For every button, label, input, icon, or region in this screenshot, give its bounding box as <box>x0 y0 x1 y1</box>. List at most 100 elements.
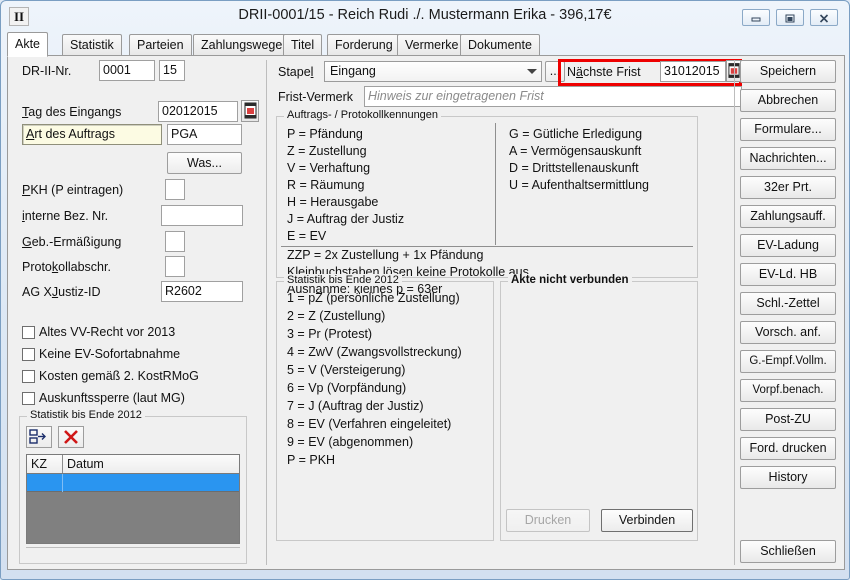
akte-nicht-verbunden-title: Akte nicht verbunden <box>508 274 632 286</box>
schliessen-button[interactable]: Schließen <box>740 540 836 563</box>
frist-vermerk-input[interactable]: Hinweis zur eingetragenen Frist <box>364 86 742 107</box>
auftrags-left-0: P = Pfändung <box>287 127 363 141</box>
frist-vermerk-placeholder: Hinweis zur eingetragenen Frist <box>368 89 544 103</box>
window-title: DRII-0001/15 - Reich Rudi ./. Mustermann… <box>1 7 849 23</box>
auftrags-left-3: R = Räumung <box>287 178 364 192</box>
tag-des-eingangs-input[interactable]: 02012015 <box>158 101 238 122</box>
interne-bez-label: interne Bez. Nr. <box>22 209 108 223</box>
statistik-legend-4: 5 = V (Versteigerung) <box>287 363 405 377</box>
zahlungsauff-button[interactable]: Zahlungsauff. <box>740 205 836 228</box>
delete-entry-icon[interactable] <box>58 426 84 448</box>
application-window: II DRII-0001/15 - Reich Rudi ./. Musterm… <box>0 0 850 580</box>
statistik-legend-2: 3 = Pr (Protest) <box>287 327 372 341</box>
statistik-group: Statistik bis Ende 2012 KZ Datum <box>19 416 247 564</box>
was-button[interactable]: Was... <box>167 152 242 174</box>
tag-des-eingangs-calendar-icon[interactable] <box>241 100 259 122</box>
auftrags-protokollkennungen-group: Auftrags- / Protokollkennungen P = Pfänd… <box>276 116 698 278</box>
auftrags-left-5: J = Auftrag der Justiz <box>287 212 404 226</box>
ag-xjustiz-label: AG XJustiz-ID <box>22 285 101 299</box>
table-row[interactable] <box>27 474 239 492</box>
ag-xjustiz-input[interactable]: R2602 <box>161 281 243 302</box>
tab-statistik[interactable]: Statistik <box>62 34 122 56</box>
maximize-button[interactable] <box>776 9 804 26</box>
auftrags-group-title: Auftrags- / Protokollkennungen <box>284 109 441 121</box>
32er-prt-button[interactable]: 32er Prt. <box>740 176 836 199</box>
tab-forderung[interactable]: Forderung <box>327 34 401 56</box>
verbinden-button[interactable]: Verbinden <box>601 509 693 532</box>
abbrechen-button[interactable]: Abbrechen <box>740 89 836 112</box>
auftrags-left-2: V = Verhaftung <box>287 161 370 175</box>
auftrags-right-0: G = Gütliche Erledigung <box>509 127 642 141</box>
statistik-legend-0: 1 = pZ (persönliche Zustellung) <box>287 291 460 305</box>
column-header-kz: KZ <box>27 455 63 473</box>
speichern-button[interactable]: Speichern <box>740 60 836 83</box>
auftrags-right-2: D = Drittstellenauskunft <box>509 161 639 175</box>
stapel-label: Stapel <box>278 65 313 79</box>
tab-zahlungswege[interactable]: Zahlungswege <box>193 34 290 56</box>
tab-parteien[interactable]: Parteien <box>129 34 192 56</box>
tab-akte[interactable]: Akte <box>7 32 48 57</box>
statistik-legend-1: 2 = Z (Zustellung) <box>287 309 385 323</box>
auftrags-footer-0: ZZP = 2x Zustellung + 1x Pfändung <box>287 248 483 262</box>
minimize-button[interactable] <box>742 9 770 26</box>
left-middle-divider <box>266 60 267 565</box>
vorpf-benach-button[interactable]: Vorpf.benach. <box>740 379 836 402</box>
frist-vermerk-label: Frist-Vermerk <box>278 90 353 104</box>
art-des-auftrags-input[interactable]: PGA <box>167 124 242 145</box>
nachrichten-button[interactable]: Nachrichten... <box>740 147 836 170</box>
close-button[interactable] <box>810 9 838 26</box>
tab-vermerke[interactable]: Vermerke <box>397 34 467 56</box>
vorsch-anf-button[interactable]: Vorsch. anf. <box>740 321 836 344</box>
checkbox-kosten-kostrmog[interactable] <box>22 370 35 383</box>
statistik-legend-8: 9 = EV (abgenommen) <box>287 435 413 449</box>
auftrags-left-4: H = Herausgabe <box>287 195 378 209</box>
checkbox-altes-vv-recht-label: Altes VV-Recht vor 2013 <box>39 325 175 339</box>
drii-number-input[interactable]: 0001 <box>99 60 155 81</box>
protokollabschr-input[interactable] <box>165 256 185 277</box>
protokollabschr-label: Protokollabschr. <box>22 260 111 274</box>
statistik-legend-5: 6 = Vp (Vorpfändung) <box>287 381 406 395</box>
new-entry-icon[interactable] <box>26 426 52 448</box>
g-empf-vollm-button[interactable]: G.-Empf.Vollm. <box>740 350 836 373</box>
geb-ermaessigung-label: Geb.-Ermäßigung <box>22 235 121 249</box>
geb-ermaessigung-input[interactable] <box>165 231 185 252</box>
stapel-select[interactable]: Eingang <box>324 61 542 82</box>
drii-number-label: DR-II-Nr. <box>22 64 71 78</box>
ev-ladung-button[interactable]: EV-Ladung <box>740 234 836 257</box>
checkbox-auskunftssperre-label: Auskunftssperre (laut MG) <box>39 391 185 405</box>
pkh-input[interactable] <box>165 179 185 200</box>
checkbox-keine-ev-sofortabnahme[interactable] <box>22 348 35 361</box>
drucken-button[interactable]: Drucken <box>506 509 590 532</box>
tab-dokumente[interactable]: Dokumente <box>460 34 540 56</box>
checkbox-altes-vv-recht[interactable] <box>22 326 35 339</box>
auftrags-column-divider <box>495 123 496 245</box>
formulare-button[interactable]: Formulare... <box>740 118 836 141</box>
ford-drucken-button[interactable]: Ford. drucken <box>740 437 836 460</box>
schl-zettel-button[interactable]: Schl.-Zettel <box>740 292 836 315</box>
statistik-group-title: Statistik bis Ende 2012 <box>27 409 145 421</box>
checkbox-auskunftssperre[interactable] <box>22 392 35 405</box>
tab-strip: Akte Statistik Parteien Zahlungswege Tit… <box>7 32 845 56</box>
history-button[interactable]: History <box>740 466 836 489</box>
statistik-grid[interactable]: KZ Datum <box>26 454 240 544</box>
statistik-legend-title: Statistik bis Ende 2012 <box>284 274 402 286</box>
tab-titel[interactable]: Titel <box>283 34 322 56</box>
auftrags-left-6: E = EV <box>287 229 326 243</box>
auftrags-right-3: U = Aufenthaltsermittlung <box>509 178 649 192</box>
naechste-frist-input[interactable]: 31012015 <box>660 61 726 82</box>
statistik-legend-9: P = PKH <box>287 453 335 467</box>
tab-panel-akte: DR-II-Nr. 0001 15 Tag des Eingangs 02012… <box>7 55 845 570</box>
statistik-legend-7: 8 = EV (Verfahren eingeleitet) <box>287 417 451 431</box>
drii-year-input[interactable]: 15 <box>159 60 185 81</box>
statistik-legend-3: 4 = ZwV (Zwangsvollstreckung) <box>287 345 462 359</box>
statistik-legend-group: Statistik bis Ende 2012 1 = pZ (persönli… <box>276 281 494 541</box>
checkbox-keine-ev-sofortabnahme-label: Keine EV-Sofortabnahme <box>39 347 180 361</box>
interne-bez-input[interactable] <box>161 205 243 226</box>
ev-ld-hb-button[interactable]: EV-Ld. HB <box>740 263 836 286</box>
art-des-auftrags-label: Art des Auftrags <box>22 124 162 145</box>
auftrags-right-1: A = Vermögensauskunft <box>509 144 641 158</box>
post-zu-button[interactable]: Post-ZU <box>740 408 836 431</box>
auftrags-footer-divider <box>281 246 693 247</box>
title-bar: II DRII-0001/15 - Reich Rudi ./. Musterm… <box>1 1 849 31</box>
auftrags-left-1: Z = Zustellung <box>287 144 367 158</box>
